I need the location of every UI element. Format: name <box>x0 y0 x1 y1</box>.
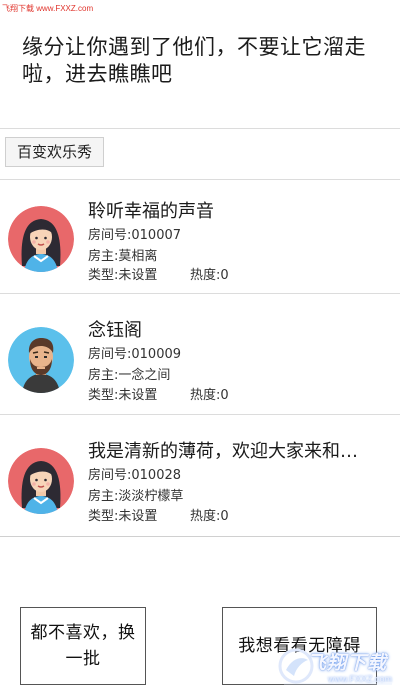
page-headline: 缘分让你遇到了他们，不要让它溜走啦，进去瞧瞧吧 <box>22 35 366 86</box>
room-heat: 热度:0 <box>190 509 229 524</box>
room-list: 聆听幸福的声音 房间号:010007 房主:莫相离 类型:未设置 热度:0 念钰… <box>0 180 400 537</box>
room-type: 类型:未设置 <box>88 509 158 524</box>
room-type: 类型:未设置 <box>88 268 158 283</box>
room-title: 念钰阁 <box>88 320 142 341</box>
room-heat: 热度:0 <box>190 388 229 403</box>
room-heat: 热度:0 <box>190 268 229 283</box>
logo-url-text: www.FXXZ.com <box>328 674 393 684</box>
room-owner: 房主:一念之间 <box>88 368 171 383</box>
logo-brand-text: 飞翔下载 <box>307 652 388 674</box>
refresh-batch-button[interactable]: 都不喜欢，换一批 <box>20 607 146 685</box>
room-title: 聆听幸福的声音 <box>88 201 214 222</box>
room-item[interactable]: 我是清新的薄荷，欢迎大家来和… 房间号:010028 房主:淡淡柠檬草 类型:未… <box>0 415 400 537</box>
room-item[interactable]: 聆听幸福的声音 房间号:010007 房主:莫相离 类型:未设置 热度:0 <box>0 180 400 294</box>
room-number: 房间号:010009 <box>88 347 182 362</box>
room-number: 房间号:010007 <box>88 228 182 243</box>
category-chip[interactable]: 百变欢乐秀 <box>5 137 105 167</box>
watermark-top: 飞翔下载 www.FXXZ.com <box>2 4 94 13</box>
room-number: 房间号:010028 <box>88 468 182 483</box>
divider <box>0 128 400 129</box>
room-title: 我是清新的薄荷，欢迎大家来和… <box>88 441 358 462</box>
female-avatar-icon <box>8 448 74 514</box>
female-avatar-icon <box>8 206 74 272</box>
room-type: 类型:未设置 <box>88 388 158 403</box>
room-owner: 房主:淡淡柠檬草 <box>88 489 184 504</box>
room-item[interactable]: 念钰阁 房间号:010009 房主:一念之间 类型:未设置 热度:0 <box>0 294 400 415</box>
room-owner: 房主:莫相离 <box>88 249 158 264</box>
male-avatar-icon <box>8 327 74 393</box>
